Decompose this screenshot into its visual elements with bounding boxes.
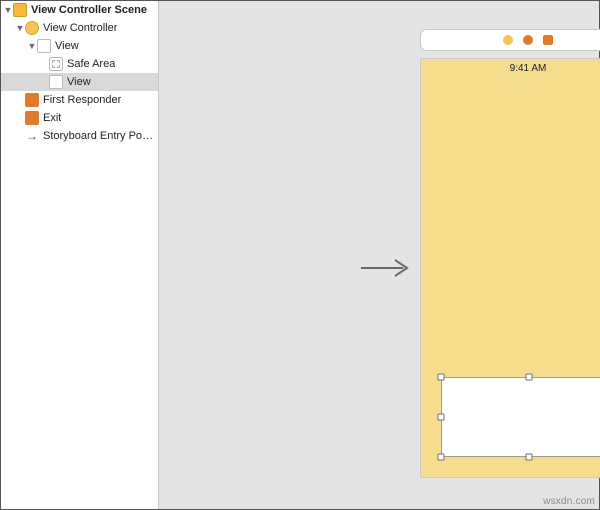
view-icon (37, 39, 51, 53)
outline-label: View (55, 40, 79, 52)
outline-root-view[interactable]: View (1, 37, 158, 55)
storyboard-entry-arrow-icon (359, 257, 415, 279)
outline-label: Safe Area (67, 58, 115, 70)
exit-dock-icon[interactable] (543, 35, 553, 45)
outline-selected-view[interactable]: View (1, 73, 158, 91)
first-responder-dock-icon[interactable] (523, 35, 533, 45)
interface-builder-window: View Controller Scene View Controller Vi… (0, 0, 600, 510)
outline-view-controller[interactable]: View Controller (1, 19, 158, 37)
outline-scene[interactable]: View Controller Scene (1, 1, 158, 19)
view-controller-dock-icon[interactable] (503, 35, 513, 45)
disclosure-icon[interactable] (27, 41, 37, 51)
outline-label: View Controller Scene (31, 4, 147, 16)
outline-label: View (67, 76, 91, 88)
outline-label: Exit (43, 112, 61, 124)
arrow-right-icon: → (25, 129, 39, 143)
safe-area-icon (49, 57, 63, 71)
outline-first-responder[interactable]: First Responder (1, 91, 158, 109)
status-bar: 9:41 AM (421, 59, 600, 77)
exit-icon (25, 111, 39, 125)
disclosure-icon[interactable] (3, 5, 13, 15)
view-controller-icon (25, 21, 39, 35)
outline-label: First Responder (43, 94, 121, 106)
first-responder-icon (25, 93, 39, 107)
view-icon (49, 75, 63, 89)
scene-dock[interactable] (420, 29, 600, 51)
disclosure-icon[interactable] (15, 23, 25, 33)
device-preview[interactable]: 9:41 AM (420, 58, 600, 478)
outline-label: View Controller (43, 22, 117, 34)
outline-exit[interactable]: Exit (1, 109, 158, 127)
outline-safe-area[interactable]: Safe Area (1, 55, 158, 73)
watermark-text: wsxdn.com (543, 496, 595, 507)
document-outline[interactable]: View Controller Scene View Controller Vi… (1, 1, 159, 509)
scene-icon (13, 3, 27, 17)
storyboard-canvas[interactable]: 9:41 AM wsxdn.com (159, 1, 599, 509)
outline-label: Storyboard Entry Poi… (43, 130, 154, 142)
outline-entry-point[interactable]: → Storyboard Entry Poi… (1, 127, 158, 145)
canvas-selected-view[interactable] (441, 377, 600, 457)
status-time: 9:41 AM (510, 63, 547, 74)
